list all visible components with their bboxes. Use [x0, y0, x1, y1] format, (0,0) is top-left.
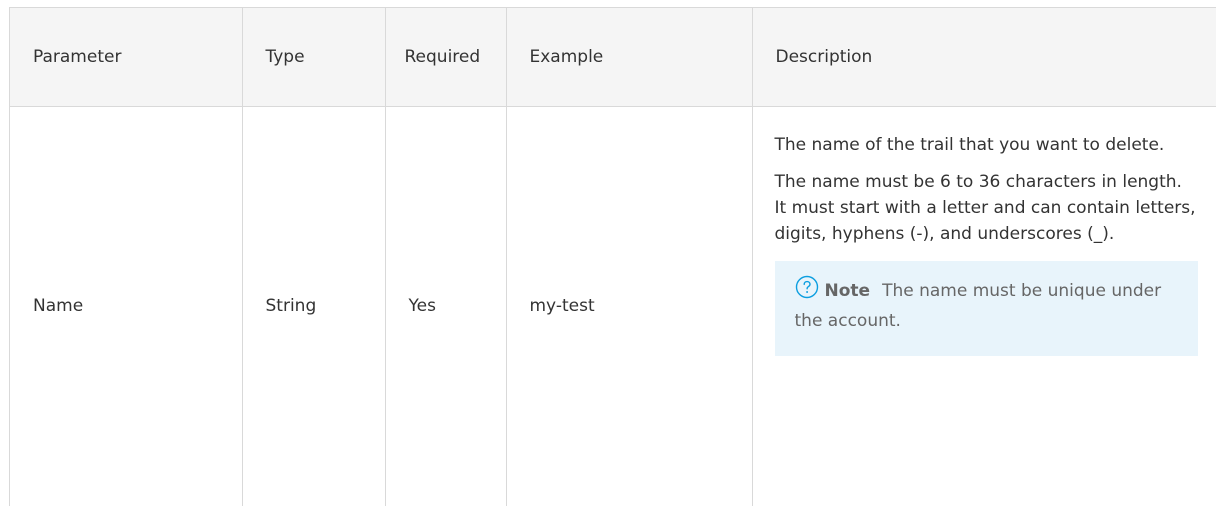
header-description: Description [752, 8, 1216, 107]
table-header-row: Parameter Type Required Example Descript… [10, 8, 1216, 107]
header-required: Required [385, 8, 507, 107]
cell-parameter: Name [10, 106, 243, 506]
description-paragraph: The name must be 6 to 36 characters in l… [774, 171, 1196, 244]
question-circle-icon [795, 275, 819, 299]
parameter-table-container: Parameter Type Required Example Descript… [9, 7, 1216, 506]
note-label: Note [824, 280, 871, 301]
cell-type: String [242, 106, 386, 506]
header-example: Example [506, 8, 753, 107]
header-type: Type [242, 8, 386, 107]
header-parameter: Parameter [10, 8, 243, 107]
cell-example: my-test [506, 106, 753, 506]
description-paragraph: The name of the trail that you want to d… [774, 134, 1165, 155]
parameter-table: Parameter Type Required Example Descript… [10, 8, 1216, 506]
table-row: Name String Yes my-test The name of the … [10, 106, 1216, 506]
cell-required: Yes [385, 106, 507, 506]
note-callout: Note The name must be unique under the ac… [774, 260, 1198, 356]
cell-description: The name of the trail that you want to d… [752, 106, 1216, 506]
